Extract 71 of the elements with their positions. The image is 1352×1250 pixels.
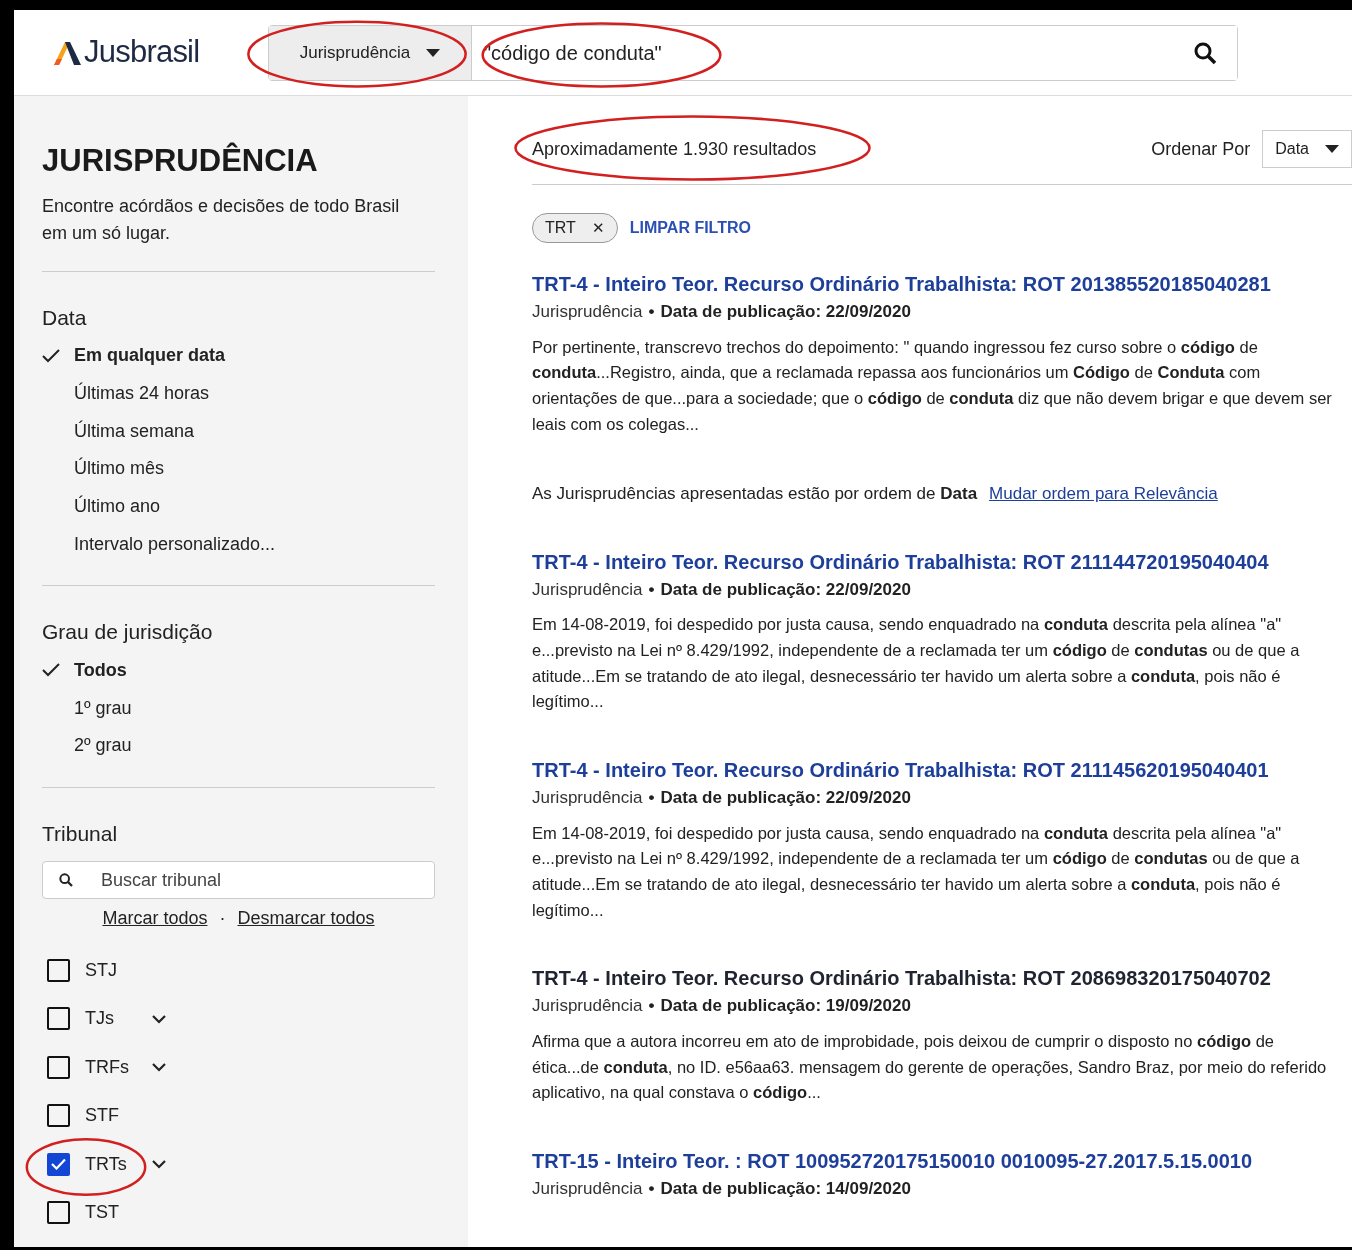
check-icon (42, 348, 60, 363)
filter-option[interactable]: Intervalo personalizado... (42, 525, 435, 564)
result-title-link[interactable]: TRT-4 - Inteiro Teor. Recurso Ordinário Trabalhista: ROT 201385520185040281 (532, 271, 1344, 297)
filter-heading: Grau de jurisdição (42, 619, 214, 646)
check-icon (42, 663, 60, 678)
filter-option[interactable]: Todos (42, 651, 435, 690)
logo-text[interactable]: Jusbrasil (84, 29, 200, 76)
select-all-link[interactable]: Marcar todos (102, 905, 208, 933)
result-date: Data de publicação: 14/09/2020 (660, 1178, 911, 1201)
court-label[interactable]: TRFs (85, 1053, 143, 1081)
result-date: Data de publicação: 19/09/2020 (660, 995, 911, 1018)
filter-chip[interactable]: TRT ✕ (532, 213, 618, 243)
checkbox[interactable] (47, 1104, 70, 1128)
filter-option[interactable]: Em qualquer data (42, 337, 435, 375)
separator-dot: • (648, 787, 655, 810)
filter-heading: Tribunal (42, 820, 119, 847)
clear-filter-link[interactable]: LIMPAR FILTRO (629, 216, 751, 240)
result-date: Data de publicação: 22/09/2020 (660, 301, 911, 323)
sidebar-description: Encontre acórdãos e decisões de todo Brasil em um só lugar. (42, 194, 401, 245)
result-snippet: Em 14-08-2019, foi despedido por justa causa, sendo enquadrado na conduta descrita pela alínea "a" e...previsto na Lei nº 8.429/1992, independente de a reclamada ter um código de condutas ou de que a atitude...Em se tratando de ato ilegal, desnecessário ter havido um alerta sobre a conduta, pois não é legítimo... (532, 822, 1301, 921)
filter-option[interactable]: Últimas 24 horas (42, 374, 435, 413)
result-type: Jurisprudência (532, 301, 643, 323)
change-order-link[interactable]: Mudar ordem para Relevância (989, 481, 1218, 507)
checkbox[interactable] (47, 1007, 70, 1031)
filter-option[interactable]: Último mês (42, 450, 435, 488)
deselect-all-link[interactable]: Desmarcar todos (237, 905, 375, 933)
filter-option[interactable]: 1º grau (42, 689, 435, 727)
result-type: Jurisprudência (532, 578, 643, 601)
filter-option[interactable]: 2º grau (42, 727, 435, 765)
chevron-icon[interactable] (151, 1062, 167, 1073)
court-label[interactable]: TJs (85, 1005, 143, 1033)
result-title-link[interactable]: TRT-4 - Inteiro Teor. Recurso Ordinário Trabalhista: ROT 211144720195040404 (532, 548, 1344, 575)
filter-heading: Data (42, 304, 88, 331)
separator-dot: • (648, 995, 655, 1018)
court-label[interactable]: STF (85, 1102, 143, 1130)
close-icon[interactable]: ✕ (591, 216, 605, 240)
sidebar-title: JURISPRUDÊNCIA (42, 141, 319, 180)
result-type: Jurisprudência (532, 1178, 643, 1201)
result-date: Data de publicação: 22/09/2020 (660, 578, 911, 601)
filter-option[interactable]: Último ano (42, 487, 435, 526)
result-type: Jurisprudência (532, 995, 643, 1018)
court-search-field[interactable]: Buscar tribunal (42, 861, 435, 900)
result-type: Jurisprudência (532, 787, 643, 810)
result-snippet: Por pertinente, transcrevo trechos do depoimento: " quando ingressou fez curso sobre o código de conduta...Registro, ainda, que a reclamada repassa aos funcionários um Código de Conduta com orientações de que...para a sociedade; que o código de conduta diz que não devem brigar e que devem ser leais com os colegas... (532, 336, 1333, 435)
separator-dot: • (648, 1178, 655, 1201)
caret-icon (1325, 145, 1339, 153)
check-icon (51, 1158, 66, 1171)
result-snippet: Afirma que a autora incorreu em ato de improbidade, pois deixou de cumprir o disposto no código de ética...de conduta, no ID. e56aa63. mensagem do gerente de operações, Sandro Braz, por meio do referido aplicativo, na qual constava o código... (532, 1030, 1328, 1104)
checkbox[interactable] (47, 1055, 70, 1079)
result-date: Data de publicação: 22/09/2020 (660, 787, 911, 810)
result-title-link[interactable]: TRT-4 - Inteiro Teor. Recurso Ordinário Trabalhista: ROT 211145620195040401 (532, 757, 1344, 784)
sort-dropdown[interactable]: Data (1262, 130, 1352, 168)
court-label[interactable]: STJ (85, 956, 143, 984)
separator-dot: • (648, 301, 655, 323)
checkbox[interactable] (47, 958, 70, 982)
court-label[interactable]: TST (85, 1199, 143, 1227)
sort-notice: As Jurisprudências apresentadas estão por ordem de Data (532, 483, 978, 506)
separator-dot: • (648, 578, 655, 601)
separator-dot: · (219, 907, 226, 931)
checkbox[interactable] (47, 1152, 70, 1176)
sort-label: Ordenar Por (1151, 137, 1251, 161)
result-count: Aproximadamente 1.930 resultados (532, 138, 817, 159)
logo-icon (52, 39, 82, 66)
chevron-icon[interactable] (151, 1159, 167, 1170)
result-title-link[interactable]: TRT-15 - Inteiro Teor. : ROT 100952720175150010 0010095-27.2017.5.15.0010 (532, 1148, 1344, 1175)
result-title-link[interactable]: TRT-4 - Inteiro Teor. Recurso Ordinário Trabalhista: ROT 208698320175040702 (532, 965, 1344, 992)
filter-option[interactable]: Última semana (42, 412, 435, 451)
search-icon (58, 872, 74, 889)
checkbox[interactable] (47, 1201, 70, 1225)
chevron-icon[interactable] (151, 1013, 167, 1024)
result-snippet: Em 14-08-2019, foi despedido por justa causa, sendo enquadrado na conduta descrita pela alínea "a" e...previsto na Lei nº 8.429/1992, independente de a reclamada ter um código de condutas ou de que a atitude...Em se tratando de ato ilegal, desnecessário ter havido um alerta sobre a conduta, pois não é legítimo... (532, 614, 1301, 713)
